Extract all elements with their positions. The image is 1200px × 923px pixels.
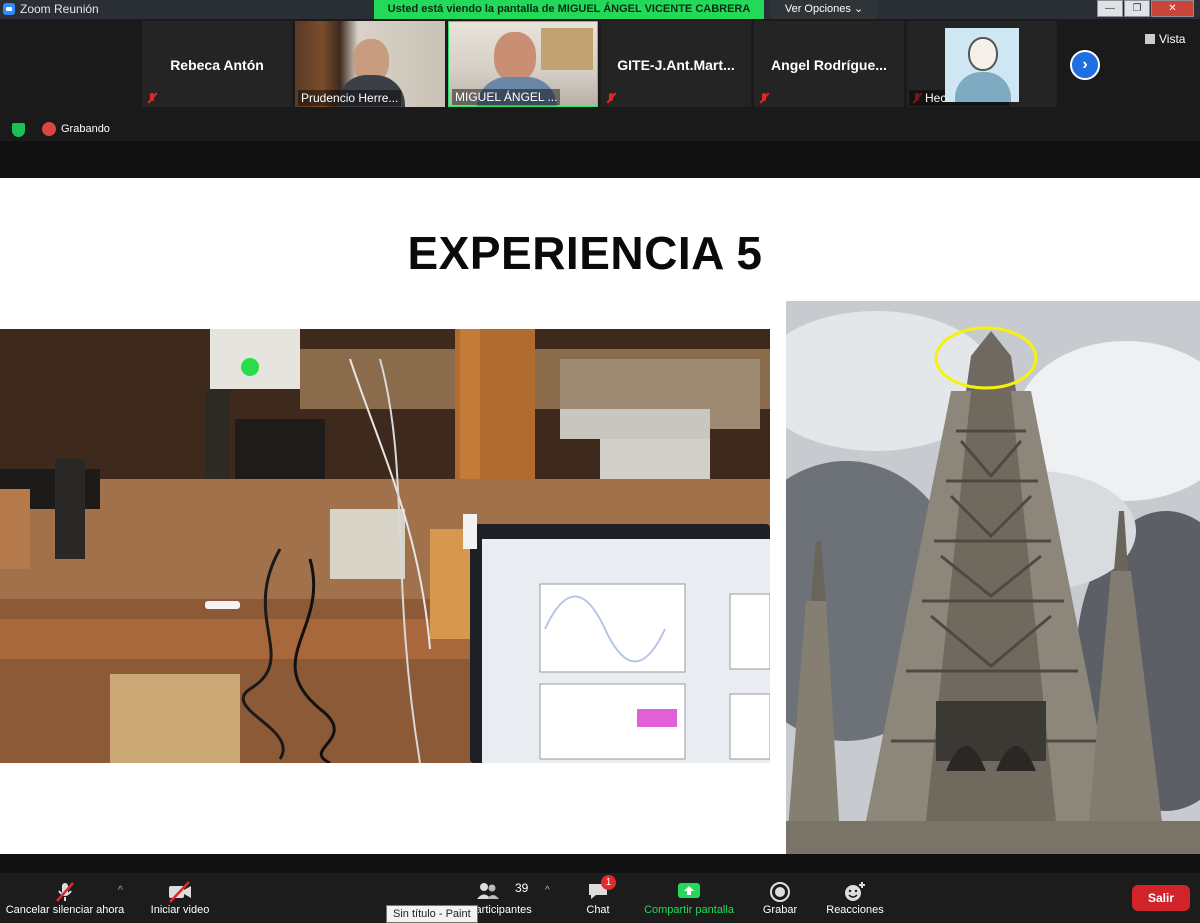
participant-name: Angel Rodrígue...	[771, 57, 887, 73]
participant-strip: Rebeca Antón Prudencio Herre... MIGUEL Á…	[0, 19, 1200, 141]
muted-mic-icon	[146, 92, 158, 104]
video-background-board	[541, 28, 593, 70]
participant-name: Prudencio Herre...	[298, 90, 402, 106]
share-screen-button[interactable]: Compartir pantalla	[638, 873, 740, 923]
view-options-button[interactable]: Ver Opciones ⌄	[770, 0, 878, 19]
video-face	[494, 32, 536, 82]
reactions-label: Reacciones	[826, 904, 884, 916]
grid-view-icon	[1145, 34, 1155, 44]
avatar-head	[968, 37, 998, 71]
share-screen-label: Compartir pantalla	[644, 904, 734, 916]
avatar	[945, 28, 1019, 102]
start-video-button[interactable]: Iniciar video	[138, 873, 222, 923]
unmute-button-label: Cancelar silenciar ahora	[5, 904, 125, 916]
record-label: Grabar	[762, 904, 798, 916]
muted-microphone-icon	[56, 882, 74, 902]
recording-label: Grabando	[61, 123, 110, 135]
chat-label: Chat	[586, 904, 610, 916]
window-title: Zoom Reunión	[20, 2, 99, 16]
minimize-button[interactable]: —	[1097, 0, 1123, 17]
lab-experiment-photo	[0, 329, 770, 763]
zoom-app-icon	[3, 3, 15, 15]
muted-mic-icon	[758, 92, 770, 104]
leave-meeting-button[interactable]: Salir	[1132, 885, 1190, 911]
record-button[interactable]: Grabar	[758, 873, 802, 923]
cathedral-spire-photo	[786, 301, 1200, 854]
participant-tile[interactable]: GITE-J.Ant.Mart...	[601, 21, 751, 107]
participant-name: Rebeca Antón	[170, 57, 264, 73]
view-button[interactable]: Vista	[1145, 32, 1185, 46]
window-controls: — ❐ ✕	[1096, 0, 1194, 17]
participants-count: 39	[515, 881, 529, 895]
unmute-button[interactable]: Cancelar silenciar ahora	[0, 873, 130, 923]
muted-mic-icon	[605, 92, 617, 104]
participants-options-caret-icon[interactable]: ^	[545, 885, 550, 896]
share-screen-icon	[678, 883, 700, 898]
participant-tile[interactable]: Angel Rodrígue...	[754, 21, 904, 107]
participants-icon	[477, 883, 499, 899]
taskbar-tooltip: Sin título - Paint	[386, 905, 478, 923]
audio-options-caret-icon[interactable]: ^	[118, 885, 123, 896]
participant-name: GITE-J.Ant.Mart...	[617, 57, 735, 73]
close-window-button[interactable]: ✕	[1151, 0, 1194, 17]
meeting-toolbar: Cancelar silenciar ahora ^ Iniciar video…	[0, 873, 1200, 923]
shared-screen: EXPERIENCIA 5	[0, 141, 1200, 873]
spire-photo-drawing	[786, 301, 1200, 854]
start-video-label: Iniciar video	[150, 904, 210, 916]
participant-tile-active-speaker[interactable]: MIGUEL ÁNGEL ...	[448, 21, 598, 107]
participant-tile[interactable]: Prudencio Herre...	[295, 21, 445, 107]
next-page-arrow-icon[interactable]: ›	[1070, 50, 1100, 80]
slide-title: EXPERIENCIA 5	[407, 227, 763, 279]
view-button-label: Vista	[1159, 32, 1186, 46]
reactions-button[interactable]: Reacciones	[822, 873, 888, 923]
participant-tile[interactable]: Rebeca Antón	[142, 21, 292, 107]
smiley-reaction-icon	[845, 882, 865, 901]
lab-photo-drawing	[0, 329, 770, 763]
record-icon	[770, 882, 790, 902]
screen-share-banner: Usted está viendo la pantalla de MIGUEL …	[374, 0, 764, 19]
chat-button[interactable]: 1 Chat	[576, 873, 620, 923]
recording-icon	[42, 122, 56, 136]
avatar-shirt	[955, 72, 1011, 102]
security-shield-icon[interactable]	[12, 123, 25, 137]
video-off-icon	[169, 881, 191, 903]
restore-button[interactable]: ❐	[1124, 0, 1150, 17]
participant-name: MIGUEL ÁNGEL ...	[452, 89, 561, 105]
presentation-slide: EXPERIENCIA 5	[0, 178, 1200, 854]
chat-unread-badge: 1	[601, 875, 616, 890]
